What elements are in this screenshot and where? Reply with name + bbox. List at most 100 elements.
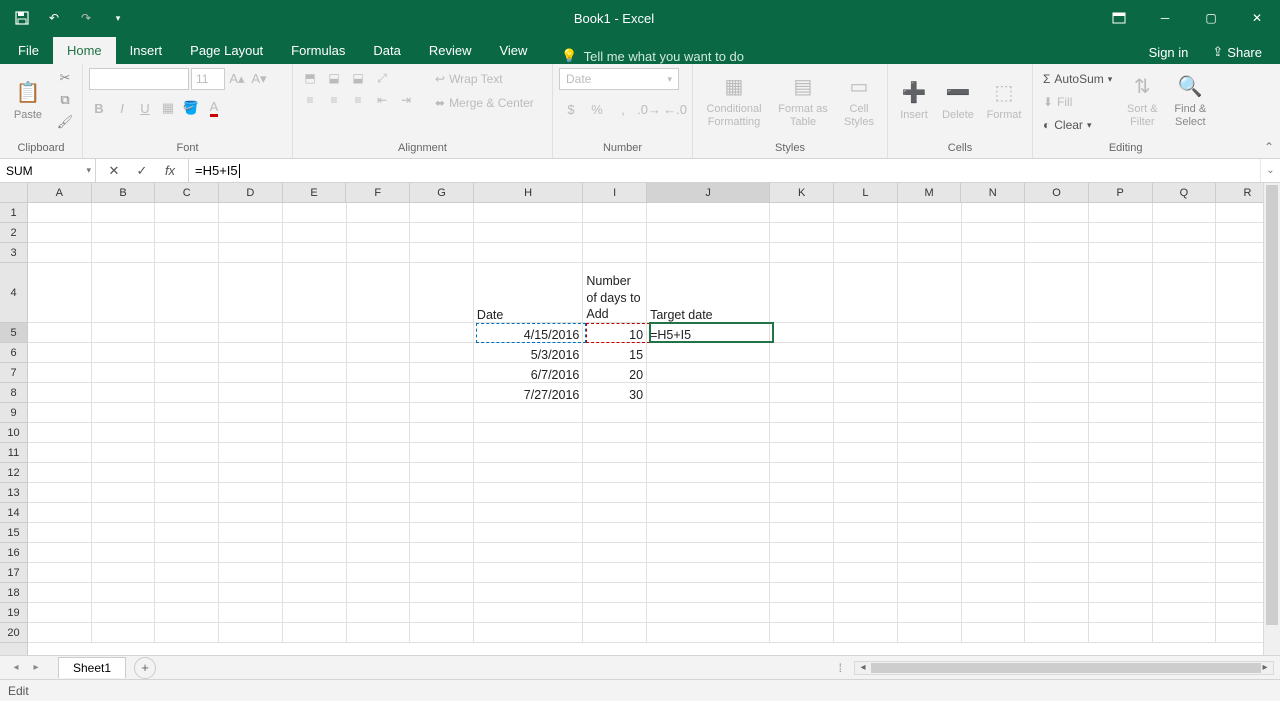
col-header[interactable]: L (834, 183, 898, 202)
col-header[interactable]: O (1025, 183, 1089, 202)
font-size-input[interactable] (191, 68, 225, 90)
col-header[interactable]: I (583, 183, 647, 202)
row-header[interactable]: 6 (0, 343, 27, 363)
cell-I6[interactable]: 15 (583, 343, 647, 363)
autosum-button[interactable]: ΣAutoSum▾ (1039, 68, 1116, 90)
col-header[interactable]: B (92, 183, 156, 202)
row-header[interactable]: 7 (0, 363, 27, 383)
row-header[interactable]: 3 (0, 243, 27, 263)
enter-formula-button[interactable]: ✓ (128, 163, 156, 179)
ribbon-display-options[interactable] (1096, 0, 1142, 36)
border-button[interactable]: ▦ (158, 98, 178, 118)
font-color-button[interactable]: A (204, 98, 224, 118)
col-header[interactable]: E (283, 183, 347, 202)
cell-J7[interactable] (647, 363, 770, 383)
row-header[interactable]: 18 (0, 583, 27, 603)
row-header[interactable]: 10 (0, 423, 27, 443)
name-box[interactable]: SUM ▾ (0, 159, 96, 182)
copy-button[interactable]: ⧉ (54, 90, 76, 110)
row-header[interactable]: 2 (0, 223, 27, 243)
cell-H8[interactable]: 7/27/2016 (474, 383, 583, 403)
row-header[interactable]: 13 (0, 483, 27, 503)
align-top-button[interactable]: ⬒ (299, 68, 321, 88)
col-header[interactable]: H (474, 183, 583, 202)
accounting-format-button[interactable]: $ (559, 98, 583, 120)
wrap-text-button[interactable]: ↩Wrap Text (429, 68, 540, 90)
underline-button[interactable]: U (135, 98, 155, 118)
qat-customize[interactable]: ▾ (104, 4, 132, 32)
sheet-nav-prev[interactable]: ◂ (6, 662, 26, 673)
horizontal-scrollbar[interactable]: ◂ ▸ (854, 661, 1274, 675)
cell-H7[interactable]: 6/7/2016 (474, 363, 583, 383)
col-header[interactable]: Q (1153, 183, 1217, 202)
decrease-font-button[interactable]: A▾ (249, 69, 269, 89)
col-header[interactable]: G (410, 183, 474, 202)
col-header[interactable]: A (28, 183, 92, 202)
fill-color-button[interactable]: 🪣 (181, 98, 201, 118)
minimize-button[interactable]: ─ (1142, 0, 1188, 36)
select-all-corner[interactable] (0, 183, 28, 203)
col-header[interactable]: D (219, 183, 283, 202)
tab-formulas[interactable]: Formulas (277, 37, 359, 64)
collapse-ribbon-button[interactable]: ⌃ (1264, 140, 1274, 154)
bold-button[interactable]: B (89, 98, 109, 118)
col-header[interactable]: N (961, 183, 1025, 202)
expand-formula-bar-button[interactable]: ⌄ (1260, 159, 1280, 182)
sheet-nav-next[interactable]: ▸ (26, 662, 46, 673)
undo-button[interactable]: ↶ (40, 4, 68, 32)
cell-H5[interactable]: 4/15/2016 (474, 323, 583, 343)
align-middle-button[interactable]: ⬓ (323, 68, 345, 88)
decrease-indent-button[interactable]: ⇤ (371, 90, 393, 110)
conditional-formatting-button[interactable]: ▦Conditional Formatting (699, 68, 769, 134)
sheet-tab[interactable]: Sheet1 (58, 657, 126, 678)
cell-styles-button[interactable]: ▭Cell Styles (837, 68, 881, 134)
vertical-scrollbar[interactable] (1263, 183, 1280, 655)
row-header[interactable]: 4 (0, 263, 27, 323)
col-header[interactable]: F (346, 183, 410, 202)
tab-file[interactable]: File (4, 37, 53, 64)
split-handle[interactable]: ⁞ (839, 661, 842, 675)
formula-bar-input[interactable]: =H5+I5 (189, 159, 1260, 182)
cell-H4[interactable]: Date (474, 263, 583, 323)
orientation-button[interactable]: ⤢ (371, 68, 393, 88)
find-select-button[interactable]: 🔍Find & Select (1168, 68, 1212, 134)
cell-J5[interactable]: =H5+I5 (647, 323, 770, 343)
format-cells-button[interactable]: ⬚Format (982, 68, 1026, 134)
share-button[interactable]: ⇪ Share (1202, 40, 1272, 64)
insert-function-button[interactable]: fx (156, 163, 184, 178)
fill-button[interactable]: ⬇Fill (1039, 91, 1116, 113)
tab-insert[interactable]: Insert (116, 37, 177, 64)
row-header[interactable]: 17 (0, 563, 27, 583)
row-header[interactable]: 16 (0, 543, 27, 563)
cell-J8[interactable] (647, 383, 770, 403)
tab-data[interactable]: Data (359, 37, 414, 64)
clear-button[interactable]: ◐Clear▾ (1039, 114, 1116, 136)
tab-home[interactable]: Home (53, 37, 116, 64)
row-header[interactable]: 5 (0, 323, 27, 343)
maximize-button[interactable]: ▢ (1188, 0, 1234, 36)
cell-H6[interactable]: 5/3/2016 (474, 343, 583, 363)
tab-page-layout[interactable]: Page Layout (176, 37, 277, 64)
increase-font-button[interactable]: A▴ (227, 69, 247, 89)
row-header[interactable]: 14 (0, 503, 27, 523)
cell-I8[interactable]: 30 (583, 383, 647, 403)
row-header[interactable]: 15 (0, 523, 27, 543)
merge-center-button[interactable]: ⬌Merge & Center (429, 92, 540, 114)
scrollbar-thumb[interactable] (871, 663, 1261, 673)
font-name-input[interactable] (89, 68, 189, 90)
row-header[interactable]: 19 (0, 603, 27, 623)
tab-review[interactable]: Review (415, 37, 486, 64)
save-button[interactable] (8, 4, 36, 32)
percent-button[interactable]: % (585, 98, 609, 120)
redo-button[interactable]: ↷ (72, 4, 100, 32)
decrease-decimal-button[interactable]: ←.0 (663, 98, 687, 120)
cells-container[interactable]: Date Number of days to Add Target date 4… (28, 203, 1280, 643)
close-button[interactable]: ✕ (1234, 0, 1280, 36)
row-header[interactable]: 9 (0, 403, 27, 423)
sign-in-button[interactable]: Sign in (1139, 41, 1199, 64)
row-header[interactable]: 20 (0, 623, 27, 643)
align-center-button[interactable]: ≡ (323, 90, 345, 110)
align-bottom-button[interactable]: ⬓ (347, 68, 369, 88)
comma-button[interactable]: , (611, 98, 635, 120)
col-header[interactable]: P (1089, 183, 1153, 202)
